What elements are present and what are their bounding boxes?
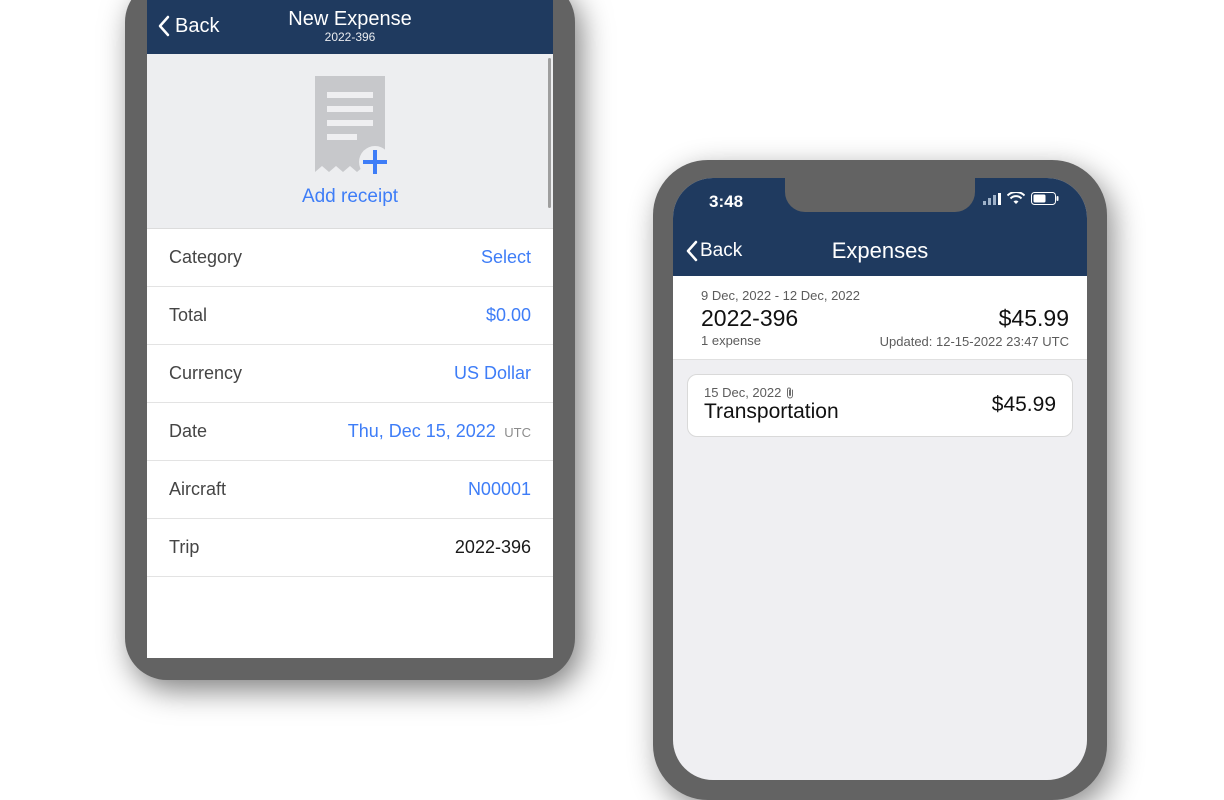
row-value: Thu, Dec 15, 2022 — [348, 421, 496, 441]
back-label: Back — [700, 240, 742, 262]
row-label: Aircraft — [169, 479, 226, 500]
status-time: 3:48 — [709, 192, 743, 212]
phone-right-screen: 3:48 — [673, 178, 1087, 780]
add-receipt-button[interactable]: Add receipt — [147, 54, 553, 229]
trip-updated: Updated: 12-15-2022 23:47 UTC — [880, 334, 1069, 349]
row-value: 2022-396 — [455, 537, 531, 558]
back-label: Back — [175, 15, 219, 38]
row-total[interactable]: Total $0.00 — [147, 287, 553, 345]
chevron-left-icon — [157, 15, 171, 37]
row-value: US Dollar — [454, 363, 531, 384]
cellular-icon — [983, 193, 1001, 205]
wifi-icon — [1007, 192, 1025, 205]
trip-code: 2022-396 — [701, 305, 860, 332]
expense-date: 15 Dec, 2022 — [704, 385, 781, 400]
timezone-label: UTC — [504, 425, 531, 440]
trip-summary[interactable]: 9 Dec, 2022 - 12 Dec, 2022 2022-396 1 ex… — [673, 276, 1087, 360]
trip-expense-count: 1 expense — [701, 333, 860, 348]
battery-icon — [1031, 192, 1059, 205]
phone-left-frame: Back New Expense 2022-396 Add receipt — [125, 0, 575, 680]
back-button[interactable]: Back — [685, 240, 742, 262]
row-value: N00001 — [468, 479, 531, 500]
row-date[interactable]: Date Thu, Dec 15, 2022 UTC — [147, 403, 553, 461]
receipt-add-icon — [307, 76, 393, 180]
phone-right-frame: 3:48 — [653, 160, 1107, 800]
back-button[interactable]: Back — [157, 15, 219, 38]
phone-left-screen: Back New Expense 2022-396 Add receipt — [147, 0, 553, 658]
row-label: Total — [169, 305, 207, 326]
form-rows: Category Select Total $0.00 Currency US … — [147, 229, 553, 577]
row-currency[interactable]: Currency US Dollar — [147, 345, 553, 403]
row-label: Category — [169, 247, 242, 268]
add-receipt-label: Add receipt — [302, 186, 398, 208]
paperclip-icon — [785, 387, 795, 399]
row-value: $0.00 — [486, 305, 531, 326]
row-label: Currency — [169, 363, 242, 384]
scrollbar[interactable] — [548, 58, 551, 208]
expense-name: Transportation — [704, 400, 839, 424]
navbar: Back Expenses — [673, 226, 1087, 276]
row-trip[interactable]: Trip 2022-396 — [147, 519, 553, 577]
navbar: Back New Expense 2022-396 — [147, 0, 553, 54]
phone-notch — [785, 178, 975, 212]
row-label: Date — [169, 421, 207, 442]
trip-date-range: 9 Dec, 2022 - 12 Dec, 2022 — [701, 288, 860, 303]
chevron-left-icon — [685, 240, 698, 262]
row-aircraft[interactable]: Aircraft N00001 — [147, 461, 553, 519]
expense-item[interactable]: 15 Dec, 2022 Transportation $45.99 — [687, 374, 1073, 437]
row-value: Select — [481, 247, 531, 268]
row-category[interactable]: Category Select — [147, 229, 553, 287]
trip-total-amount: $45.99 — [880, 305, 1069, 332]
row-label: Trip — [169, 537, 199, 558]
expense-amount: $45.99 — [992, 393, 1056, 417]
